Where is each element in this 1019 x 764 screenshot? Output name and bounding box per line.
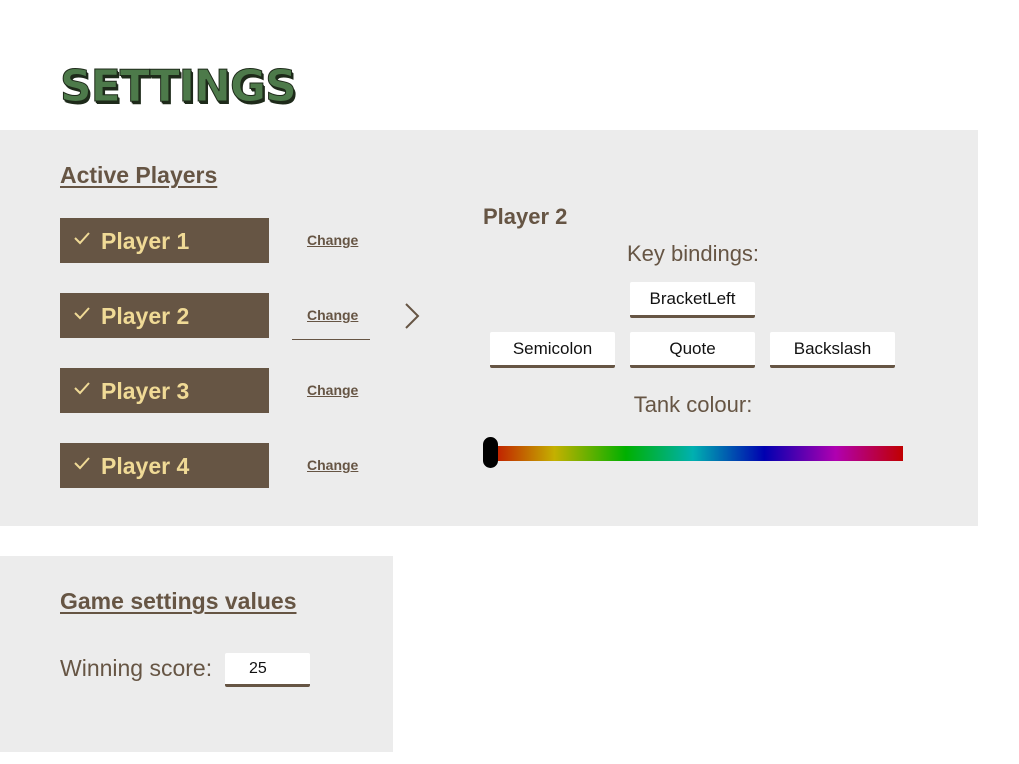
player-2-change-link[interactable]: Change (307, 307, 358, 323)
colour-slider-thumb[interactable] (483, 437, 498, 468)
player-2-toggle[interactable]: Player 2 (60, 293, 269, 338)
player-3-label: Player 3 (101, 378, 190, 404)
player-2-label: Player 2 (101, 303, 190, 329)
player-row-1: Player 1 Change (60, 218, 440, 264)
key-binding-right-button[interactable]: Backslash (770, 332, 895, 368)
player-1-change-link[interactable]: Change (307, 232, 358, 248)
player-4-toggle[interactable]: Player 4 (60, 443, 269, 488)
key-binding-left-button[interactable]: Semicolon (490, 332, 615, 368)
winning-score-input[interactable] (225, 653, 310, 687)
tank-colour-label: Tank colour: (633, 392, 753, 417)
player-3-change-link[interactable]: Change (307, 382, 358, 398)
player-1-toggle[interactable]: Player 1 (60, 218, 269, 263)
player-detail-title: Player 2 (483, 204, 568, 229)
colour-slider-track[interactable] (483, 446, 903, 461)
key-binding-up-button[interactable]: BracketLeft (630, 282, 755, 318)
check-icon (74, 382, 90, 395)
player-3-toggle[interactable]: Player 3 (60, 368, 269, 413)
player-row-2: Player 2 Change (60, 293, 440, 340)
check-icon (74, 232, 90, 245)
check-icon (74, 307, 90, 320)
player-1-label: Player 1 (101, 228, 190, 254)
winning-score-label: Winning score: (60, 655, 213, 681)
player-4-change-link[interactable]: Change (307, 457, 358, 473)
active-players-heading: Active Players (60, 162, 218, 188)
game-settings-panel (0, 556, 393, 752)
page-title: SETTINGS (60, 61, 298, 113)
key-binding-down-button[interactable]: Quote (630, 332, 755, 368)
player-4-label: Player 4 (101, 453, 190, 479)
key-bindings-label: Key bindings: (626, 241, 760, 266)
check-icon (74, 457, 90, 470)
selected-indicator (292, 339, 370, 340)
chevron-right-icon (405, 303, 420, 329)
game-settings-heading: Game settings values (60, 588, 297, 614)
player-row-4: Player 4 Change (60, 443, 440, 489)
player-row-3: Player 3 Change (60, 368, 440, 414)
tank-colour-slider[interactable] (483, 437, 903, 469)
